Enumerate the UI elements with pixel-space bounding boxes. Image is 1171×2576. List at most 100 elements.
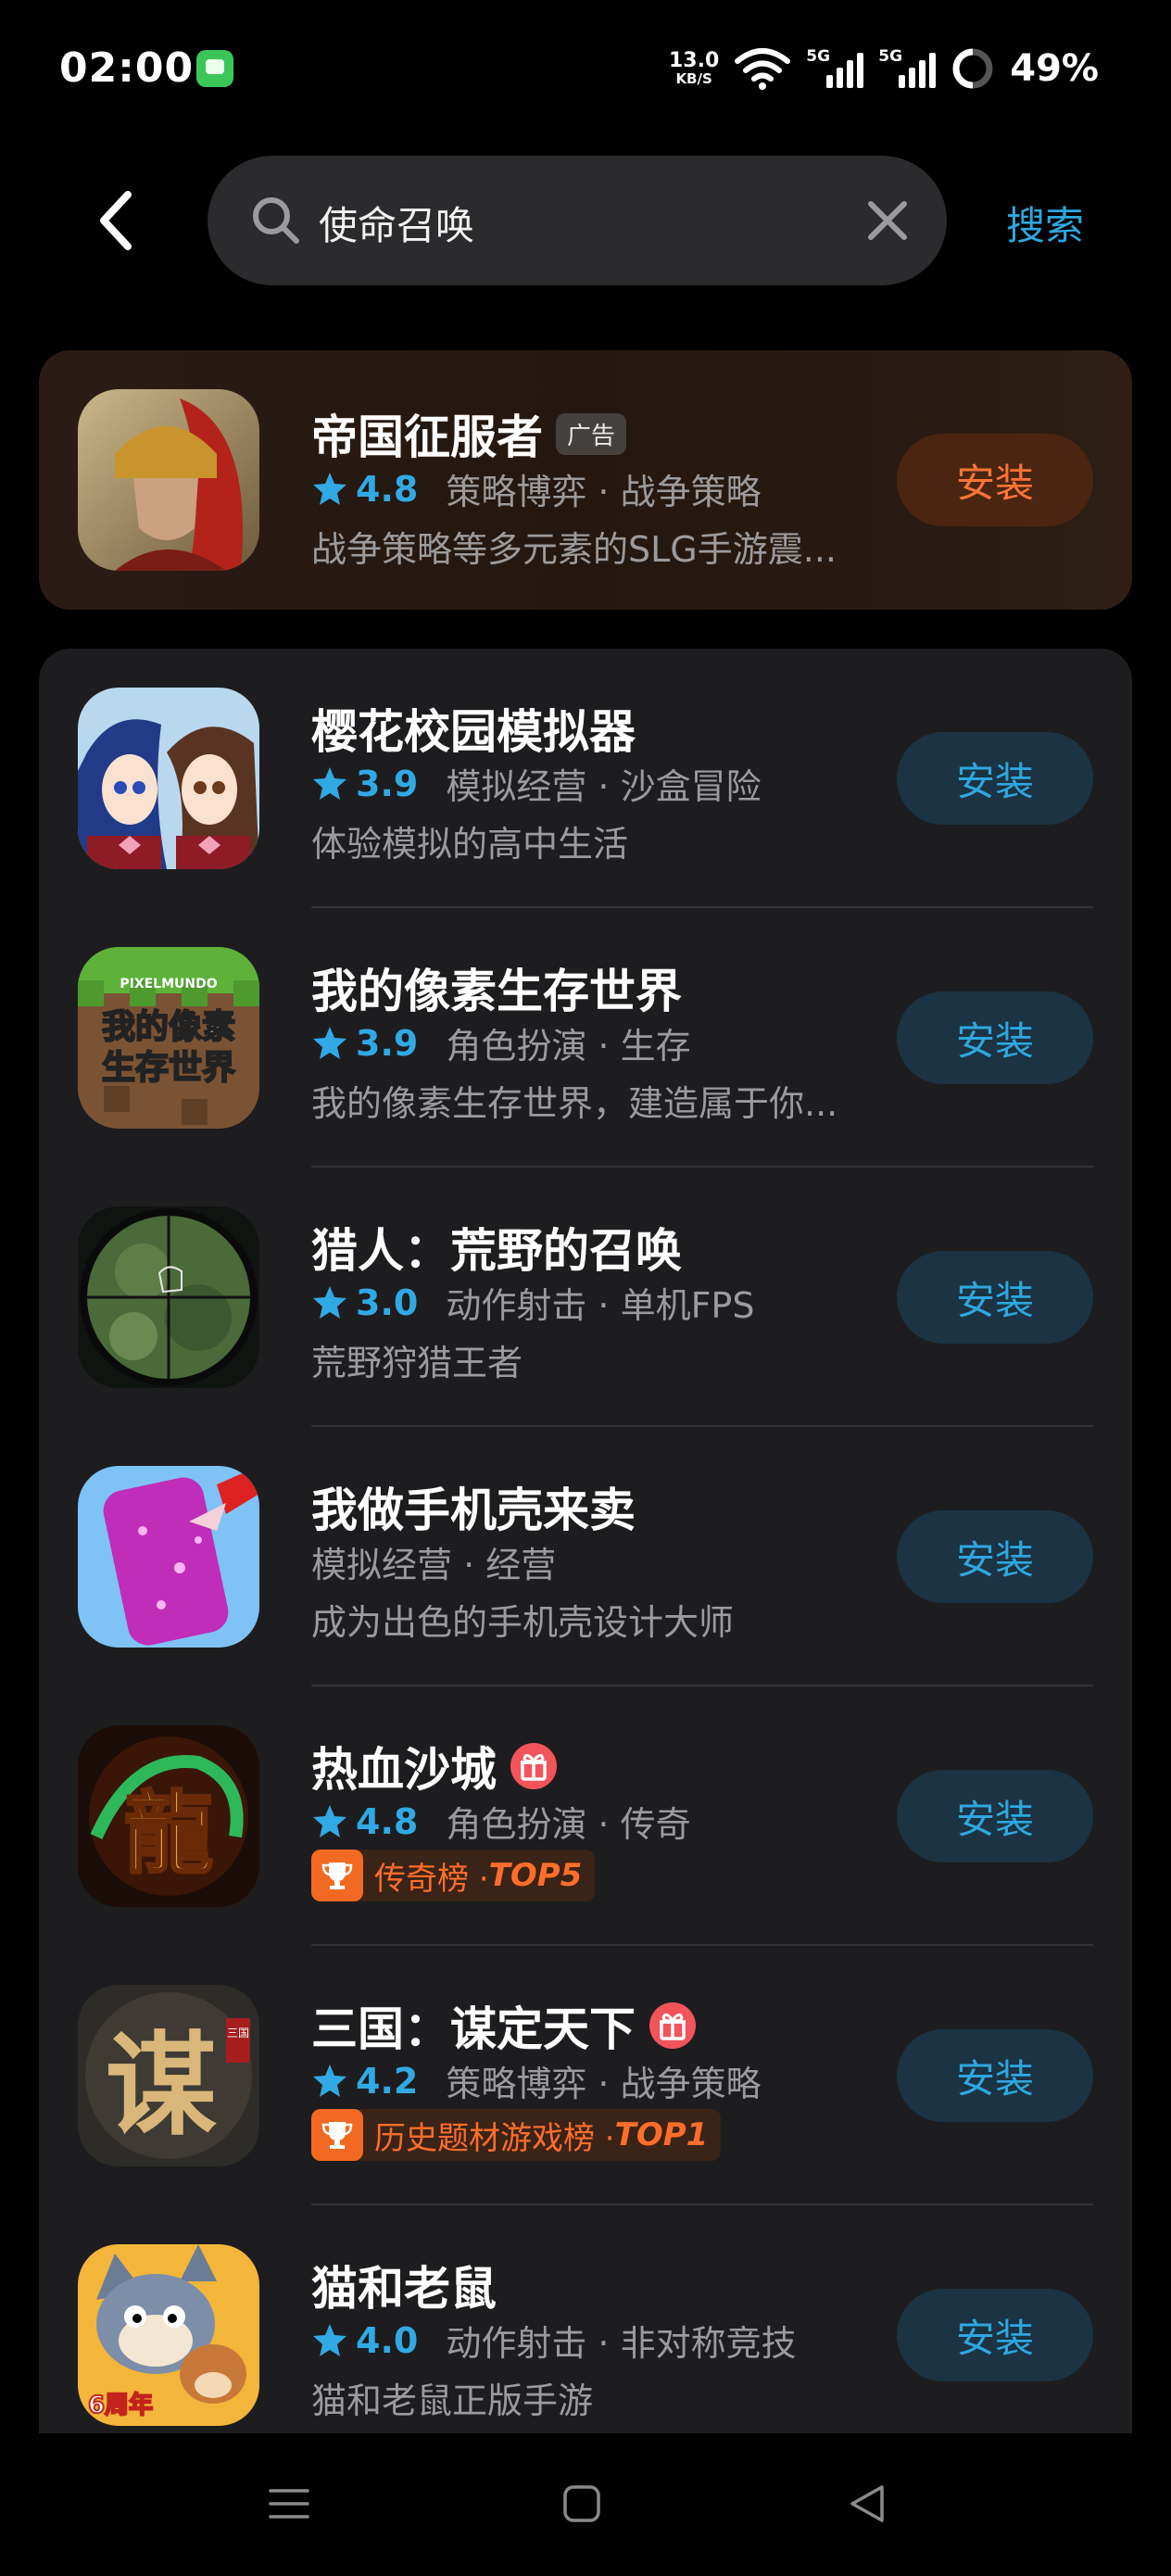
app-name[interactable]: 我做手机壳来卖	[311, 1473, 636, 1540]
list-item[interactable]: PIXELMUNDO 我的像素 生存世界 我的像素生存世界 3.9 角色扮演 ·…	[39, 908, 1132, 1168]
app-meta: 3.9 模拟经营 · 沙盒冒险	[311, 758, 762, 809]
network-speed-value: 13.0	[668, 49, 720, 72]
app-name[interactable]: 我的像素生存世界	[311, 954, 682, 1021]
app-meta: 4.0 动作射击 · 非对称竞技	[311, 2315, 797, 2366]
search-input[interactable]: 使命召唤	[208, 156, 947, 285]
rank-label: 传奇榜 ·	[374, 1860, 489, 1898]
back-icon[interactable]	[89, 183, 145, 258]
search-results-list: 樱花校园模拟器 3.9 模拟经营 · 沙盒冒险 体验模拟的高中生活 安装 PIX…	[39, 649, 1132, 2576]
app-icon-rexue-shacheng[interactable]: 龍	[78, 1725, 259, 1907]
star-icon	[313, 1026, 346, 1059]
trophy-icon	[311, 2109, 363, 2161]
app-rating: 4.8	[356, 1800, 419, 1842]
status-indicators: 13.0 KB/S 5G 5G 49%	[669, 41, 1099, 96]
pixel-title-line2: 生存世界	[102, 1049, 235, 1087]
app-icon-sakura-school[interactable]	[78, 688, 259, 869]
app-tags: 策略博弈 · 战争策略	[446, 2064, 762, 2104]
clear-icon[interactable]	[863, 196, 912, 245]
ad-app-card[interactable]: 帝国征服者 广告 4.8 策略博弈 · 战争策略 战争策略等多元素的SLG手游震…	[39, 350, 1132, 610]
app-meta: 3.0 动作射击 · 单机FPS	[311, 1277, 754, 1328]
list-item[interactable]: 龍 热血沙城 4.8 角色扮演 · 传奇 传奇榜 · TOP5 安装	[39, 1686, 1132, 1946]
app-tags: 角色扮演 · 生存	[446, 1026, 691, 1067]
pixel-brand-text: PIXELMUNDO	[120, 977, 217, 991]
gift-icon[interactable]	[510, 1742, 558, 1790]
app-description: 猫和老鼠正版手游	[311, 2380, 594, 2421]
sanguo-mark: 三国	[227, 2027, 249, 2039]
app-name[interactable]: 三国：谋定天下	[311, 1992, 636, 2059]
list-item[interactable]: 樱花校园模拟器 3.9 模拟经营 · 沙盒冒险 体验模拟的高中生活 安装	[39, 649, 1132, 908]
star-icon	[313, 472, 346, 505]
install-button[interactable]: 安装	[897, 732, 1093, 825]
install-button[interactable]: 安装	[897, 1510, 1093, 1603]
app-description: 成为出色的手机壳设计大师	[311, 1602, 735, 1643]
star-icon	[313, 766, 346, 800]
rank-badge[interactable]: 历史题材游戏榜 · TOP1	[311, 2109, 722, 2161]
star-icon	[313, 1285, 346, 1319]
app-title-row: 三国：谋定天下	[311, 1992, 697, 2059]
message-app-icon	[196, 50, 233, 87]
battery-percentage: 49%	[1010, 47, 1099, 90]
install-button[interactable]: 安装	[897, 1770, 1093, 1863]
status-bar: 02:00 13.0 KB/S 5G 5G 49%	[0, 0, 1171, 139]
app-icon-empire-conqueror[interactable]	[78, 389, 259, 571]
app-title-row: 猎人：荒野的召唤	[311, 1214, 682, 1281]
install-button[interactable]: 安装	[897, 2289, 1093, 2381]
status-time: 02:00	[59, 44, 195, 92]
search-icon	[253, 197, 299, 244]
gift-icon[interactable]	[648, 2001, 697, 2050]
install-button[interactable]: 安装	[897, 2029, 1093, 2122]
app-title-row: 我做手机壳来卖	[311, 1473, 636, 1540]
app-name[interactable]: 热血沙城	[311, 1733, 497, 1799]
home-icon[interactable]	[560, 2481, 604, 2526]
list-item[interactable]: 猎人：荒野的召唤 3.0 动作射击 · 单机FPS 荒野狩猎王者 安装	[39, 1168, 1132, 1427]
app-rating: 4.0	[356, 2319, 419, 2361]
app-icon-hunter-call-of-wild[interactable]	[78, 1206, 259, 1388]
pixel-title-line1: 我的像素	[102, 1008, 235, 1046]
app-rating: 3.0	[356, 1282, 419, 1323]
signal-sim1-icon: 5G	[806, 45, 864, 92]
app-name[interactable]: 樱花校园模拟器	[311, 695, 636, 762]
rank-label: 历史题材游戏榜 ·	[374, 2119, 615, 2157]
app-icon-phone-case-maker[interactable]	[78, 1466, 259, 1648]
star-icon	[313, 1804, 346, 1837]
search-query[interactable]: 使命召唤	[319, 195, 474, 251]
list-item[interactable]: 6周年 猫和老鼠 4.0 动作射击 · 非对称竞技 猫和老鼠正版手游 安装	[39, 2205, 1132, 2465]
app-rating: 3.9	[356, 763, 419, 804]
app-meta: 3.9 角色扮演 · 生存	[311, 1017, 691, 1068]
app-icon-tom-and-jerry[interactable]: 6周年	[78, 2244, 259, 2426]
install-button[interactable]: 安装	[897, 1251, 1093, 1344]
rank-badge[interactable]: 传奇榜 · TOP5	[311, 1850, 596, 1901]
anniversary-badge: 6周年	[88, 2391, 153, 2419]
app-title-row: 猫和老鼠	[311, 2252, 497, 2318]
app-tags: 模拟经营 · 沙盒冒险	[446, 766, 762, 807]
app-name[interactable]: 猎人：荒野的召唤	[311, 1214, 682, 1281]
list-item[interactable]: 我做手机壳来卖 模拟经营 · 经营 成为出色的手机壳设计大师 安装	[39, 1427, 1132, 1686]
app-name[interactable]: 猫和老鼠	[311, 2252, 497, 2318]
list-item[interactable]: 谋 三国 三国：谋定天下 4.2 策略博弈 · 战争策略 历史题材游戏榜 · T…	[39, 1946, 1132, 2205]
rank-position: TOP1	[614, 2116, 709, 2153]
install-button[interactable]: 安装	[897, 991, 1093, 1084]
menu-icon[interactable]	[267, 2481, 311, 2526]
app-description: 荒野狩猎王者	[311, 1343, 523, 1383]
app-description: 战争策略等多元素的SLG手游震...	[311, 529, 837, 570]
app-tags: 角色扮演 · 传奇	[446, 1804, 691, 1845]
app-rating: 4.8	[356, 468, 419, 510]
back-nav-icon[interactable]	[845, 2481, 889, 2526]
app-name[interactable]: 帝国征服者	[311, 400, 543, 467]
network-speed-unit: KB/S	[675, 70, 712, 87]
star-icon	[313, 2323, 346, 2356]
install-button[interactable]: 安装	[897, 434, 1093, 526]
app-icon-sanguo-mouding-tianxia[interactable]: 谋 三国	[78, 1985, 259, 2166]
star-icon	[313, 2064, 346, 2097]
app-icon-pixel-survival[interactable]: PIXELMUNDO 我的像素 生存世界	[78, 947, 259, 1129]
dragon-character: 龍	[124, 1781, 213, 1886]
app-rating: 4.2	[356, 2060, 419, 2102]
wifi-icon	[735, 48, 791, 90]
app-title-row: 热血沙城	[311, 1733, 558, 1799]
ad-title-row: 帝国征服者 广告	[311, 400, 627, 467]
app-title-row: 我的像素生存世界	[311, 954, 682, 1021]
search-button[interactable]: 搜索	[1006, 195, 1084, 251]
app-tags: 模拟经营 · 经营	[311, 1545, 557, 1585]
app-meta: 模拟经营 · 经营	[311, 1536, 556, 1587]
app-title-row: 樱花校园模拟器	[311, 695, 636, 762]
